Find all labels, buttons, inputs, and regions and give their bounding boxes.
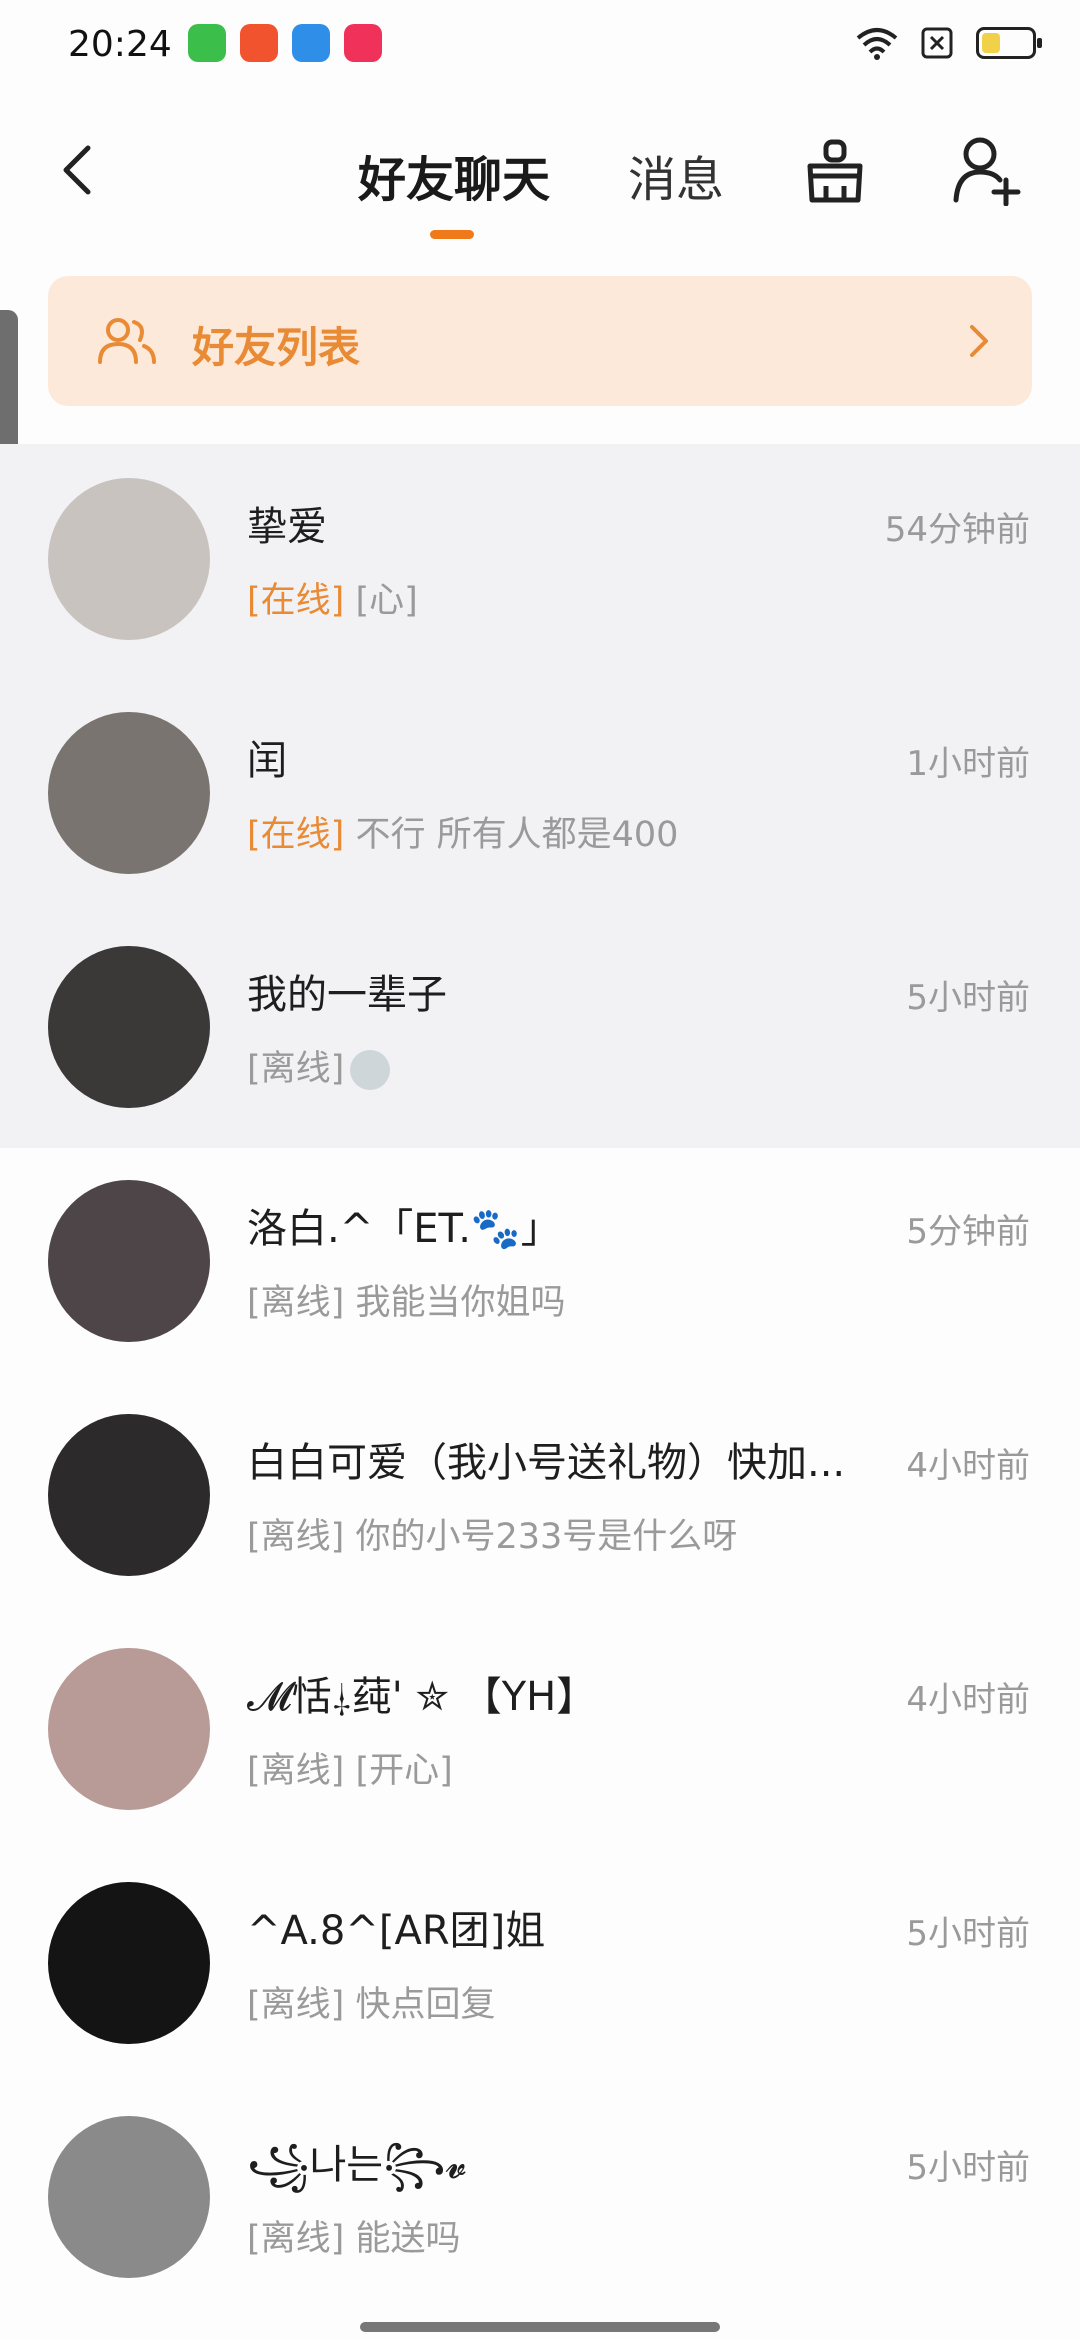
chat-name: 挚爱 (247, 504, 327, 550)
chat-preview: [离线] (247, 1040, 391, 1091)
status-offline: [离线] (247, 1985, 345, 2025)
last-message: [开心] (355, 1751, 453, 1791)
tab-friend-chat[interactable]: 好友聊天 (358, 140, 550, 210)
chat-name: 𝓜恬⸸莼' ✮ 【YH】 (247, 1674, 597, 1720)
avatar (48, 1882, 210, 2044)
status-offline: [离线] (247, 1751, 345, 1791)
battery-icon (976, 27, 1042, 59)
chat-preview: [离线] 你的小号233号是什么呀 (247, 1508, 737, 1559)
chat-time: 5小时前 (906, 978, 1030, 1018)
status-offline: [离线] (247, 1517, 345, 1557)
tab-messages[interactable]: 消息 (628, 140, 724, 210)
chat-row[interactable]: ꧁나는꧂𝓿 5小时前 [离线] 能送吗 (0, 2082, 1080, 2316)
chat-row[interactable]: 挚爱 54分钟前 [在线] [心] (0, 444, 1080, 678)
chat-row[interactable]: 洛白.^「ET.🐾」 5分钟前 [离线] 我能当你姐吗 (0, 1146, 1080, 1380)
chat-time: 5小时前 (906, 1914, 1030, 1954)
chat-preview: [离线] [开心] (247, 1742, 453, 1793)
chat-preview: [离线] 快点回复 (247, 1976, 495, 2027)
chat-time: 4小时前 (906, 1446, 1030, 1486)
browser-app-icon (292, 24, 330, 62)
last-message: 你的小号233号是什么呀 (355, 1517, 738, 1557)
last-message: 我能当你姐吗 (355, 1283, 566, 1323)
chat-name: 闰 (247, 738, 287, 784)
chat-preview: [在线] [心] (247, 572, 418, 623)
avatar (48, 712, 210, 874)
chat-name: ^A.8^[AR团]姐 (247, 1908, 546, 1954)
friends-list-banner[interactable]: 好友列表 (48, 276, 1032, 406)
status-offline: [离线] (247, 1049, 345, 1089)
video-app-icon (240, 24, 278, 62)
chat-row[interactable]: 白白可爱（我小号送礼物）快加... 4小时前 [离线] 你的小号233号是什么呀 (0, 1380, 1080, 1614)
avatar (48, 946, 210, 1108)
friends-icon (98, 318, 156, 364)
avatar (48, 478, 210, 640)
chat-row[interactable]: 我的一辈子 5小时前 [离线] (0, 912, 1080, 1146)
last-message: 不行 所有人都是400 (355, 815, 679, 855)
status-offline: [离线] (247, 2219, 345, 2259)
status-online: [在线] (247, 581, 345, 621)
chat-preview: [离线] 能送吗 (247, 2210, 460, 2261)
music-app-icon (344, 24, 382, 62)
avatar (48, 1180, 210, 1342)
chat-row[interactable]: 闰 1小时前 [在线] 不行 所有人都是400 (0, 678, 1080, 912)
last-message: [心] (355, 581, 418, 621)
chat-name: ꧁나는꧂𝓿 (247, 2142, 468, 2188)
chat-preview: [离线] 我能当你姐吗 (247, 1274, 565, 1325)
status-offline: [离线] (247, 1283, 345, 1323)
add-friend-icon[interactable] (950, 134, 1022, 206)
chat-time: 4小时前 (906, 1680, 1030, 1720)
sim-off-icon (921, 27, 953, 59)
last-message: 快点回复 (355, 1985, 496, 2025)
last-message: 能送吗 (355, 2219, 461, 2259)
avatar (48, 1414, 210, 1576)
chat-row[interactable]: ^A.8^[AR团]姐 5小时前 [离线] 快点回复 (0, 1848, 1080, 2082)
moon-emoji-icon (350, 1050, 391, 1090)
avatar (48, 1648, 210, 1810)
chat-time: 5小时前 (906, 2148, 1030, 2188)
chat-name: 我的一辈子 (247, 972, 447, 1018)
back-arrow-icon[interactable] (50, 140, 110, 200)
wifi-icon (856, 28, 898, 60)
green-app-icon (188, 24, 226, 62)
chat-time: 5分钟前 (906, 1212, 1030, 1252)
tab-indicator (430, 230, 474, 239)
friends-list-label: 好友列表 (192, 323, 361, 372)
status-bar: 20:24 (0, 0, 1080, 96)
home-indicator[interactable] (360, 2322, 720, 2332)
chat-time: 54分钟前 (884, 510, 1030, 550)
status-time: 20:24 (68, 24, 172, 65)
chat-time: 1小时前 (906, 744, 1030, 784)
top-nav: 好友聊天 消息 (0, 100, 1080, 250)
chat-row[interactable]: 𝓜恬⸸莼' ✮ 【YH】 4小时前 [离线] [开心] (0, 1614, 1080, 1848)
avatar (48, 2116, 210, 2278)
status-online: [在线] (247, 815, 345, 855)
chat-preview: [在线] 不行 所有人都是400 (247, 806, 678, 857)
clean-broom-icon[interactable] (800, 136, 870, 206)
chevron-right-icon (970, 325, 988, 357)
chat-name: 洛白.^「ET.🐾」 (247, 1206, 561, 1252)
chat-name: 白白可爱（我小号送礼物）快加... (247, 1440, 846, 1486)
